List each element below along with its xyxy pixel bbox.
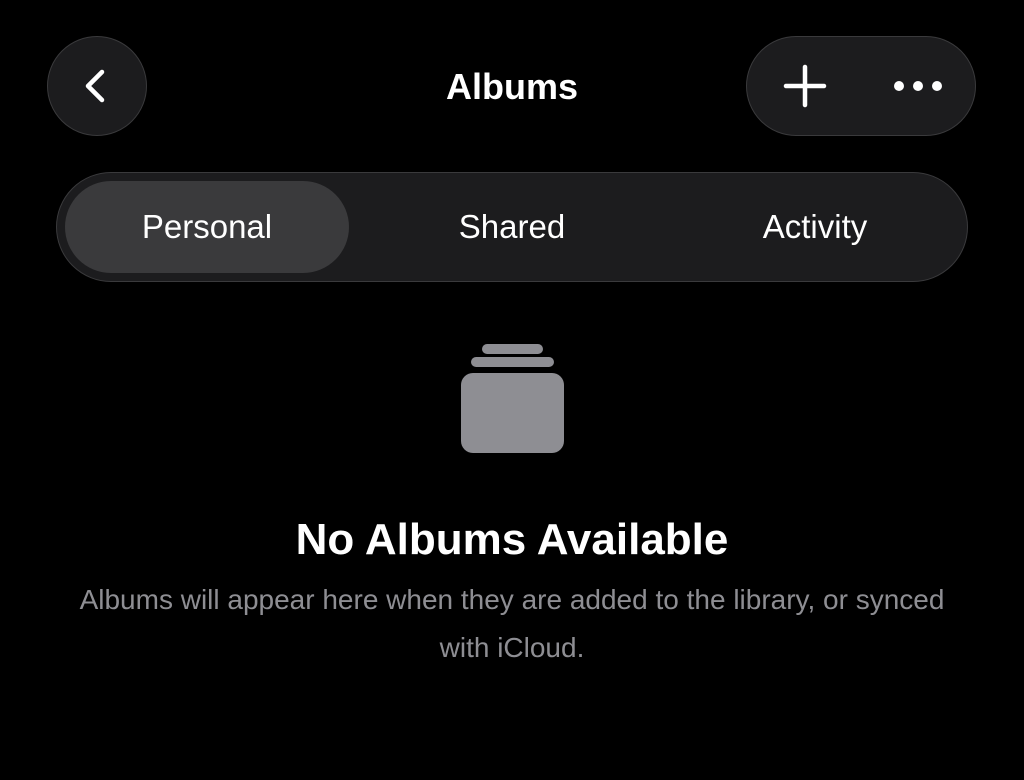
empty-state-message: Albums will appear here when they are ad… bbox=[79, 584, 945, 663]
albums-stack-icon bbox=[461, 344, 564, 453]
empty-state-title: No Albums Available bbox=[295, 515, 729, 564]
tab-personal[interactable]: Personal bbox=[65, 181, 349, 273]
ellipsis-icon bbox=[894, 80, 942, 91]
actions-group bbox=[746, 36, 976, 136]
add-button[interactable] bbox=[747, 37, 862, 134]
chevron-left-icon bbox=[85, 69, 105, 103]
tab-shared[interactable]: Shared bbox=[362, 181, 662, 273]
more-button[interactable] bbox=[862, 37, 974, 134]
back-button[interactable] bbox=[47, 36, 147, 136]
album-type-segmented-control: Personal Shared Activity bbox=[56, 172, 968, 282]
tab-activity[interactable]: Activity bbox=[667, 181, 963, 273]
plus-icon bbox=[783, 64, 826, 107]
